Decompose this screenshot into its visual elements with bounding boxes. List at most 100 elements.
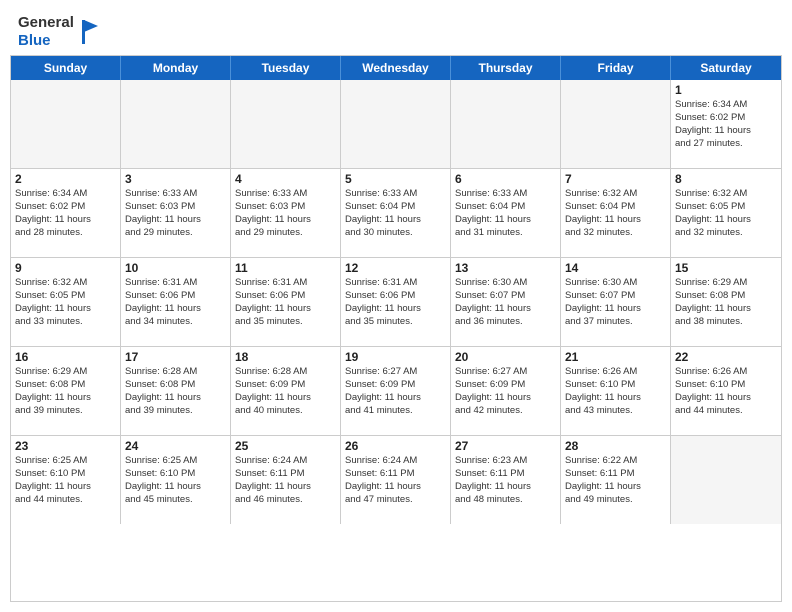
calendar: SundayMondayTuesdayWednesdayThursdayFrid… [10,55,782,602]
day-18: 18Sunrise: 6:28 AMSunset: 6:09 PMDayligh… [231,347,341,435]
day-6: 6 Sunrise: 6:33 AMSunset: 6:04 PMDaylight… [451,169,561,257]
day-info-26: Sunrise: 6:24 AMSunset: 6:11 PMDaylight:… [345,455,446,506]
cal-row-4: 23 Sunrise: 6:25 AMSunset: 6:10 PMDayligh… [11,435,781,524]
day-info-12: Sunrise: 6:31 AMSunset: 6:06 PMDaylight:… [345,277,446,328]
day-number-2: 2 [15,172,116,186]
day-number-4: 4 [235,172,336,186]
cal-row-1: 2 Sunrise: 6:34 AMSunset: 6:02 PMDaylight… [11,168,781,257]
day-info-22: Sunrise: 6:26 AMSunset: 6:10 PMDaylight:… [675,366,777,417]
day-number-6: 6 [455,172,556,186]
day-28: 28 Sunrise: 6:22 AMSunset: 6:11 PMDayligh… [561,436,671,524]
day-24: 24Sunrise: 6:25 AMSunset: 6:10 PMDayligh… [121,436,231,524]
day-info-21: Sunrise: 6:26 AMSunset: 6:10 PMDaylight:… [565,366,666,417]
day-number-26: 26 [345,439,446,453]
day-info-17: Sunrise: 6:28 AMSunset: 6:08 PMDaylight:… [125,366,226,417]
day-info-15: Sunrise: 6:29 AMSunset: 6:08 PMDaylight:… [675,277,777,328]
header-day-sunday: Sunday [11,56,121,80]
day-13: 13 Sunrise: 6:30 AMSunset: 6:07 PMDayligh… [451,258,561,346]
day-number-1: 1 [675,83,777,97]
day-number-17: 17 [125,350,226,364]
calendar-header: SundayMondayTuesdayWednesdayThursdayFrid… [11,56,781,80]
day-info-7: Sunrise: 6:32 AMSunset: 6:04 PMDaylight:… [565,188,666,239]
empty-cell-0-2 [231,80,341,168]
day-info-11: Sunrise: 6:31 AMSunset: 6:06 PMDaylight:… [235,277,336,328]
day-25: 25 Sunrise: 6:24 AMSunset: 6:11 PMDayligh… [231,436,341,524]
day-number-25: 25 [235,439,336,453]
day-3: 3 Sunrise: 6:33 AMSunset: 6:03 PMDaylight… [121,169,231,257]
day-4: 4Sunrise: 6:33 AMSunset: 6:03 PMDaylight… [231,169,341,257]
day-number-14: 14 [565,261,666,275]
day-number-15: 15 [675,261,777,275]
day-20: 20 Sunrise: 6:27 AMSunset: 6:09 PMDayligh… [451,347,561,435]
day-info-5: Sunrise: 6:33 AMSunset: 6:04 PMDaylight:… [345,188,446,239]
day-info-18: Sunrise: 6:28 AMSunset: 6:09 PMDaylight:… [235,366,336,417]
logo-general: General [18,14,74,31]
day-info-14: Sunrise: 6:30 AMSunset: 6:07 PMDaylight:… [565,277,666,328]
day-number-28: 28 [565,439,666,453]
day-info-10: Sunrise: 6:31 AMSunset: 6:06 PMDaylight:… [125,277,226,328]
day-info-25: Sunrise: 6:24 AMSunset: 6:11 PMDaylight:… [235,455,336,506]
empty-cell-0-3 [341,80,451,168]
day-number-10: 10 [125,261,226,275]
day-info-23: Sunrise: 6:25 AMSunset: 6:10 PMDaylight:… [15,455,116,506]
day-number-9: 9 [15,261,116,275]
header-day-tuesday: Tuesday [231,56,341,80]
day-8: 8Sunrise: 6:32 AMSunset: 6:05 PMDaylight… [671,169,781,257]
day-2: 2 Sunrise: 6:34 AMSunset: 6:02 PMDaylight… [11,169,121,257]
day-10: 10 Sunrise: 6:31 AMSunset: 6:06 PMDayligh… [121,258,231,346]
day-number-23: 23 [15,439,116,453]
empty-cell-0-5 [561,80,671,168]
logo: General Blue [18,14,100,49]
logo-area: General Blue [18,14,100,49]
header: General Blue [0,0,792,55]
day-info-27: Sunrise: 6:23 AMSunset: 6:11 PMDaylight:… [455,455,556,506]
day-19: 19Sunrise: 6:27 AMSunset: 6:09 PMDayligh… [341,347,451,435]
day-info-3: Sunrise: 6:33 AMSunset: 6:03 PMDaylight:… [125,188,226,239]
day-info-2: Sunrise: 6:34 AMSunset: 6:02 PMDaylight:… [15,188,116,239]
day-number-22: 22 [675,350,777,364]
day-5: 5 Sunrise: 6:33 AMSunset: 6:04 PMDaylight… [341,169,451,257]
day-15: 15 Sunrise: 6:29 AMSunset: 6:08 PMDayligh… [671,258,781,346]
day-22: 22 Sunrise: 6:26 AMSunset: 6:10 PMDayligh… [671,347,781,435]
day-9: 9 Sunrise: 6:32 AMSunset: 6:05 PMDaylight… [11,258,121,346]
header-day-monday: Monday [121,56,231,80]
day-14: 14 Sunrise: 6:30 AMSunset: 6:07 PMDayligh… [561,258,671,346]
day-number-13: 13 [455,261,556,275]
cal-row-2: 9 Sunrise: 6:32 AMSunset: 6:05 PMDaylight… [11,257,781,346]
day-1: 1 Sunrise: 6:34 AMSunset: 6:02 PMDaylight… [671,80,781,168]
day-number-16: 16 [15,350,116,364]
cal-row-0: 1 Sunrise: 6:34 AMSunset: 6:02 PMDaylight… [11,80,781,168]
day-info-19: Sunrise: 6:27 AMSunset: 6:09 PMDaylight:… [345,366,446,417]
day-number-3: 3 [125,172,226,186]
day-info-16: Sunrise: 6:29 AMSunset: 6:08 PMDaylight:… [15,366,116,417]
day-number-20: 20 [455,350,556,364]
header-day-wednesday: Wednesday [341,56,451,80]
day-number-5: 5 [345,172,446,186]
day-26: 26 Sunrise: 6:24 AMSunset: 6:11 PMDayligh… [341,436,451,524]
logo-icon [78,16,100,48]
header-day-friday: Friday [561,56,671,80]
day-number-7: 7 [565,172,666,186]
day-info-9: Sunrise: 6:32 AMSunset: 6:05 PMDaylight:… [15,277,116,328]
day-12: 12 Sunrise: 6:31 AMSunset: 6:06 PMDayligh… [341,258,451,346]
day-number-27: 27 [455,439,556,453]
day-number-11: 11 [235,261,336,275]
empty-cell-4-6 [671,436,781,524]
day-number-8: 8 [675,172,777,186]
header-day-thursday: Thursday [451,56,561,80]
day-number-21: 21 [565,350,666,364]
day-number-12: 12 [345,261,446,275]
calendar-body: 1 Sunrise: 6:34 AMSunset: 6:02 PMDaylight… [11,80,781,524]
empty-cell-0-0 [11,80,121,168]
day-21: 21 Sunrise: 6:26 AMSunset: 6:10 PMDayligh… [561,347,671,435]
day-17: 17 Sunrise: 6:28 AMSunset: 6:08 PMDayligh… [121,347,231,435]
empty-cell-0-4 [451,80,561,168]
day-info-28: Sunrise: 6:22 AMSunset: 6:11 PMDaylight:… [565,455,666,506]
day-info-6: Sunrise: 6:33 AMSunset: 6:04 PMDaylight:… [455,188,556,239]
day-info-20: Sunrise: 6:27 AMSunset: 6:09 PMDaylight:… [455,366,556,417]
day-11: 11 Sunrise: 6:31 AMSunset: 6:06 PMDayligh… [231,258,341,346]
day-info-1: Sunrise: 6:34 AMSunset: 6:02 PMDaylight:… [675,99,777,150]
day-16: 16 Sunrise: 6:29 AMSunset: 6:08 PMDayligh… [11,347,121,435]
day-info-13: Sunrise: 6:30 AMSunset: 6:07 PMDaylight:… [455,277,556,328]
day-23: 23 Sunrise: 6:25 AMSunset: 6:10 PMDayligh… [11,436,121,524]
